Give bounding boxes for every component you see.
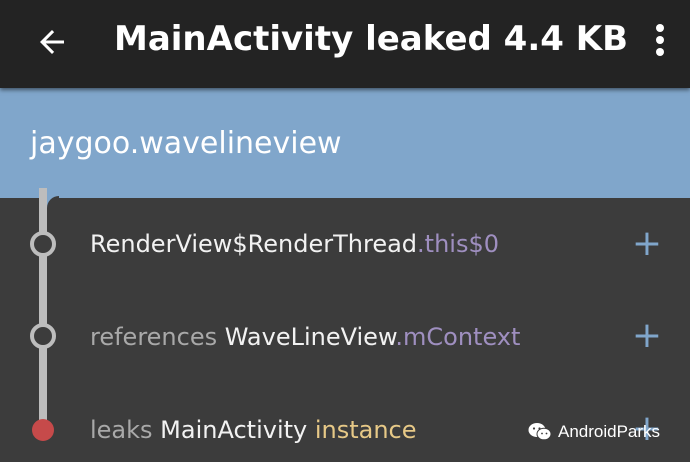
trace-node [30, 323, 56, 349]
field-name: .this$0 [417, 230, 499, 258]
trace-row-text[interactable]: leaks MainActivity instance [90, 412, 417, 448]
watermark-text: AndroidParks [558, 422, 661, 441]
reference-prefix: references [90, 323, 225, 351]
expand-button[interactable]: + [630, 226, 664, 262]
trace-node [30, 231, 56, 257]
watermark: AndroidParks [528, 418, 660, 446]
instance-label: instance [307, 416, 417, 444]
class-name: WaveLineView [224, 323, 396, 351]
back-button[interactable] [24, 14, 80, 70]
class-name: MainActivity [160, 416, 308, 444]
field-name: .mContext [395, 323, 521, 351]
arrow-back-icon [40, 30, 64, 54]
trace-connector [39, 336, 47, 430]
package-name: jaygoo.wavelineview [30, 126, 342, 161]
class-name: RenderView$RenderThread [90, 230, 418, 258]
leak-header: jaygoo.wavelineview [0, 88, 690, 198]
wechat-icon [528, 423, 552, 441]
app-bar: MainActivity leaked 4.4 KB [0, 0, 690, 88]
page-title: MainActivity leaked 4.4 KB [114, 19, 629, 59]
trace-row-text[interactable]: RenderView$RenderThread.this$0 [90, 226, 499, 262]
expand-button[interactable]: + [630, 318, 664, 354]
leak-node [32, 419, 54, 441]
trace-row-text[interactable]: references WaveLineView.mContext [90, 319, 520, 355]
overflow-menu-button[interactable] [650, 12, 670, 68]
leak-prefix: leaks [90, 416, 161, 444]
more-vert-icon [656, 24, 664, 56]
